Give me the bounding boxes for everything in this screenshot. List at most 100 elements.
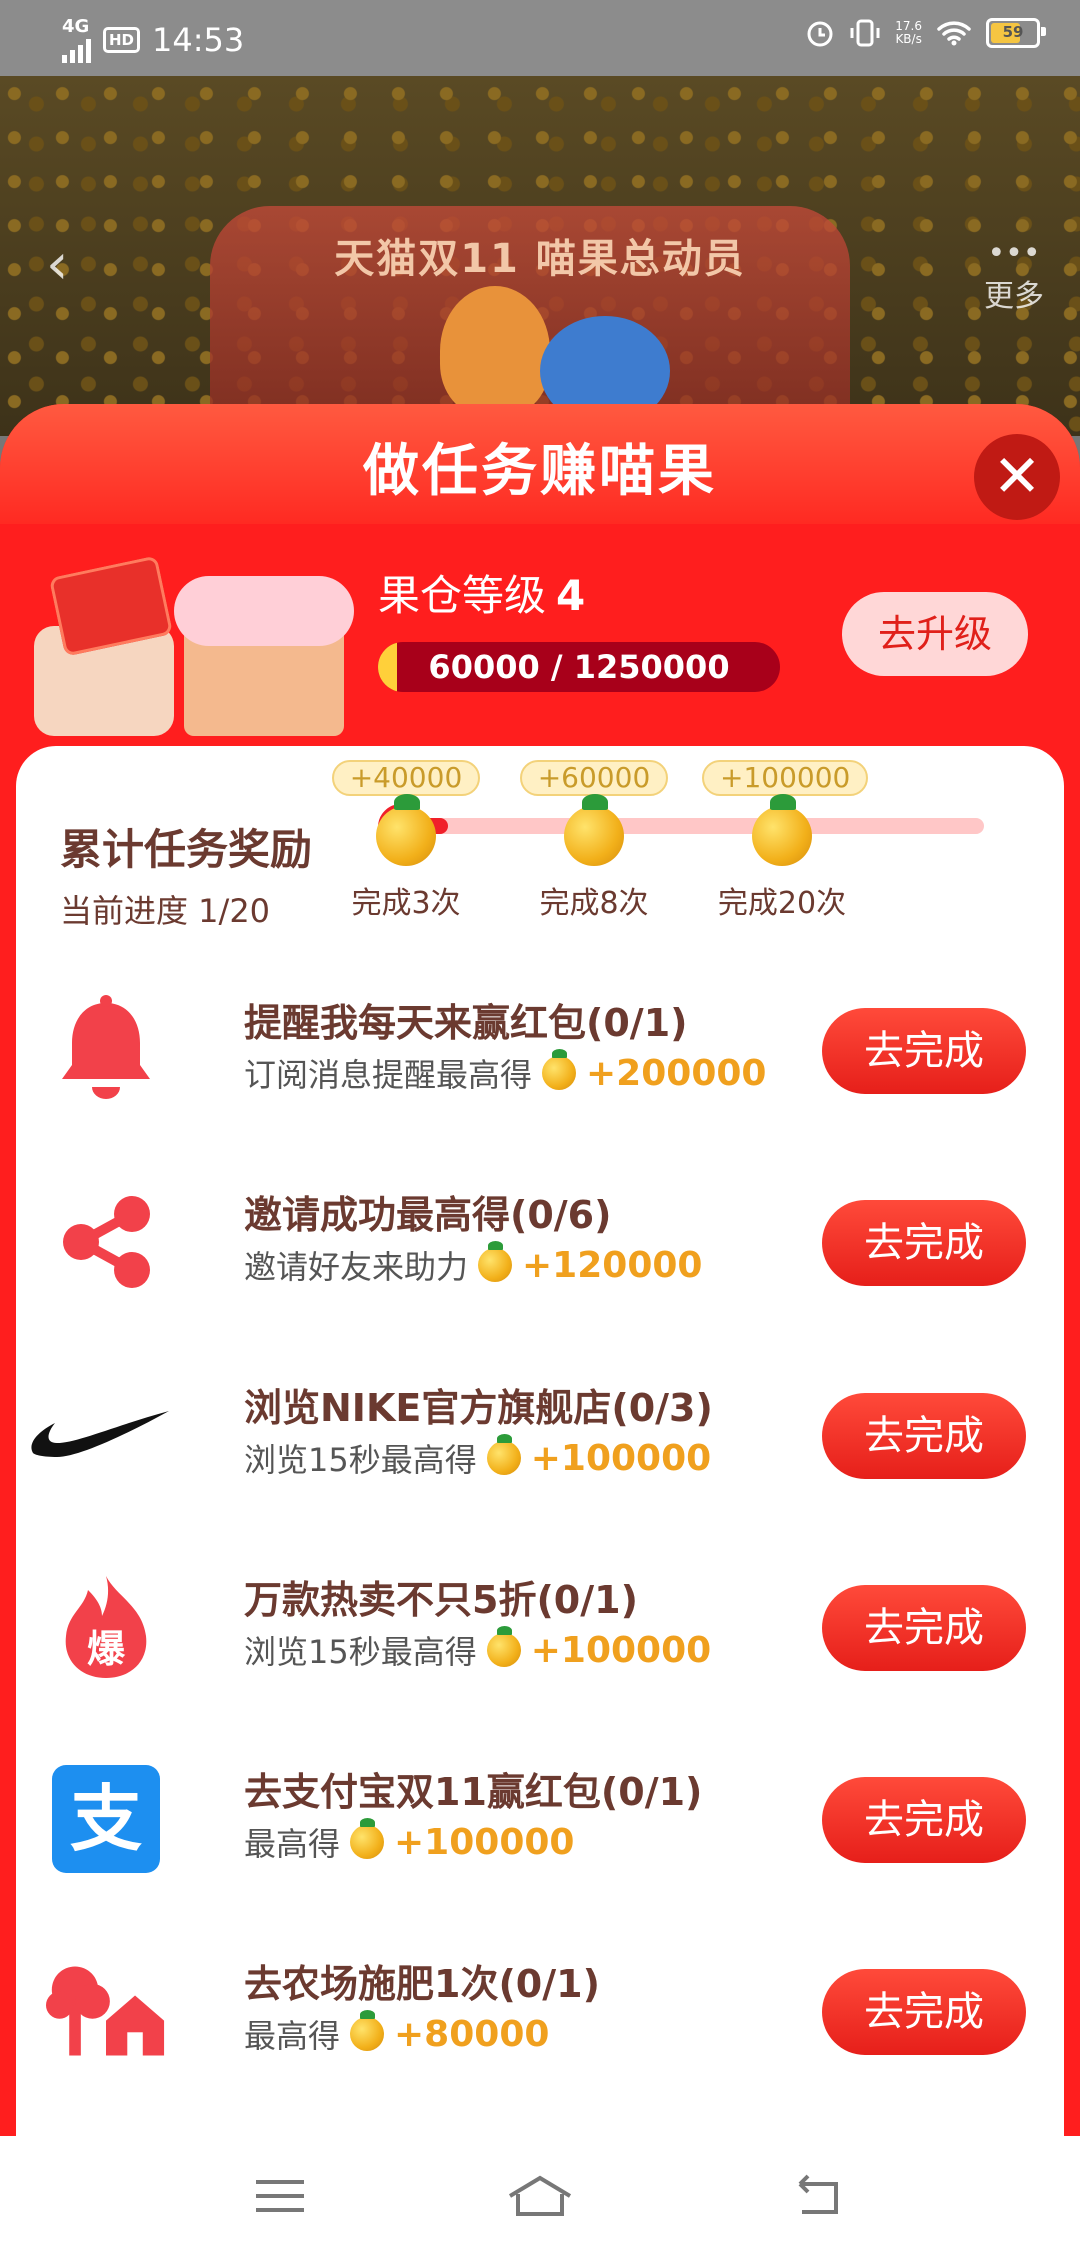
go-complete-button[interactable]: 去完成 xyxy=(822,1008,1026,1094)
milestone-2[interactable]: +60000 完成8次 xyxy=(514,760,674,922)
milestone-reward: +60000 xyxy=(519,760,669,796)
fruit-icon xyxy=(350,2010,385,2051)
milestone-1[interactable]: +40000 完成3次 xyxy=(326,760,486,922)
task-subtitle: 浏览15秒最高得 +100000 xyxy=(244,1626,712,1673)
hd-badge: HD xyxy=(103,26,141,53)
share-icon xyxy=(46,1182,166,1302)
speed-unit: KB/s xyxy=(895,32,922,46)
task-reward-amount: +100000 xyxy=(394,1821,575,1863)
go-complete-button[interactable]: 去完成 xyxy=(822,1200,1026,1286)
task-subtitle: 邀请好友来助力 +120000 xyxy=(244,1241,703,1288)
warehouse-level: 果仓等级 4 xyxy=(378,562,585,623)
sheet-header: 做任务赚喵果 xyxy=(0,404,1080,524)
fruit-icon xyxy=(478,1241,513,1282)
nike-logo-icon xyxy=(26,1375,176,1495)
more-button[interactable]: ••• 更多 xyxy=(984,236,1044,315)
fruit-icon xyxy=(350,1818,385,1859)
signal-bars-icon xyxy=(62,37,91,63)
task-row: 邀请成功最高得(0/6) 邀请好友来助力 +120000 去完成 xyxy=(16,1164,1064,1314)
hot-sale-icon: 爆 xyxy=(46,1567,166,1687)
farm-icon xyxy=(46,1951,166,2071)
more-label: 更多 xyxy=(984,279,1044,314)
level-value: 4 xyxy=(556,571,586,620)
milestone-3[interactable]: +100000 完成20次 xyxy=(702,760,869,922)
hot-sale-icon-text: 爆 xyxy=(86,1627,125,1671)
task-subtitle: 最高得 +80000 xyxy=(244,2010,550,2057)
back-icon[interactable]: ‹ xyxy=(46,232,68,297)
system-nav-bar xyxy=(0,2136,1080,2256)
task-subtitle: 订阅消息提醒最高得 +200000 xyxy=(244,1049,767,1096)
task-subtitle-text: 订阅消息提醒最高得 xyxy=(244,1056,533,1094)
alarm-icon xyxy=(807,21,833,47)
task-reward-amount: +100000 xyxy=(530,1437,712,1479)
cumulative-progress: 当前进度 1/20 xyxy=(60,892,271,930)
more-dots-icon: ••• xyxy=(987,236,1041,271)
vibrate-icon xyxy=(850,19,880,47)
menu-icon[interactable] xyxy=(240,2166,320,2226)
milestone-reward: +100000 xyxy=(702,760,869,796)
upgrade-button[interactable]: 去升级 xyxy=(842,592,1028,676)
go-complete-button[interactable]: 去完成 xyxy=(822,1777,1026,1863)
task-title: 提醒我每天来赢红包(0/1) xyxy=(244,1001,688,1045)
task-sheet: 做任务赚喵果 ✕ 果仓等级 4 60000 / 1250000 去升级 累计任务奖… xyxy=(0,404,1080,2136)
alipay-icon: 支 xyxy=(46,1759,166,1879)
alipay-icon-text: 支 xyxy=(52,1765,160,1873)
task-subtitle-text: 浏览15秒最高得 xyxy=(244,1441,477,1479)
level-progress-text: 60000 / 1250000 xyxy=(428,648,730,686)
milestone-reward: +40000 xyxy=(331,760,481,796)
network-speed: 17.6 KB/s xyxy=(895,20,922,46)
signal-indicator: 4G xyxy=(62,16,91,63)
go-complete-button[interactable]: 去完成 xyxy=(822,1585,1026,1671)
cumulative-reward-title: 累计任务奖励 xyxy=(60,825,313,874)
fruit-icon xyxy=(486,1434,521,1475)
close-button[interactable]: ✕ xyxy=(974,434,1060,520)
task-reward-amount: +200000 xyxy=(586,1052,767,1094)
task-subtitle-text: 邀请好友来助力 xyxy=(244,1248,469,1286)
task-title: 万款热卖不只5折(0/1) xyxy=(244,1578,638,1622)
milestone-label: 完成20次 xyxy=(717,886,847,921)
task-subtitle-text: 最高得 xyxy=(244,2017,341,2055)
task-title: 去支付宝双11赢红包(0/1) xyxy=(244,1770,703,1814)
gift-illustration xyxy=(34,555,354,736)
task-reward-amount: +100000 xyxy=(530,1629,712,1671)
status-right: 17.6 KB/s 59 xyxy=(805,18,1046,48)
task-card: 累计任务奖励 当前进度 1/20 +40000 完成3次 +60000 完成8次… xyxy=(16,746,1064,2136)
clock: 14:53 xyxy=(152,20,245,59)
network-type: 4G xyxy=(62,16,90,37)
milestone-label: 完成3次 xyxy=(351,886,461,921)
task-row: 去农场施肥1次(0/1) 最高得 +80000 去完成 xyxy=(16,1933,1064,2083)
level-label: 果仓等级 xyxy=(378,571,547,620)
task-row: 支 去支付宝双11赢红包(0/1) 最高得 +100000 去完成 xyxy=(16,1741,1064,1891)
bell-icon xyxy=(46,990,166,1110)
go-complete-button[interactable]: 去完成 xyxy=(822,1969,1026,2055)
fruit-icon xyxy=(752,794,812,866)
cat-mascot-orange xyxy=(440,286,550,416)
go-complete-button[interactable]: 去完成 xyxy=(822,1393,1026,1479)
task-title: 去农场施肥1次(0/1) xyxy=(244,1962,600,2006)
task-reward-amount: +120000 xyxy=(522,1244,703,1286)
home-icon[interactable] xyxy=(500,2166,580,2226)
background-banner: 天猫双11 喵果总动员 ‹ ••• 更多 xyxy=(0,76,1080,446)
fruit-icon xyxy=(376,794,436,866)
back-nav-icon[interactable] xyxy=(780,2166,860,2226)
battery-icon: 59 xyxy=(986,18,1046,48)
task-row: 爆 万款热卖不只5折(0/1) 浏览15秒最高得 +100000 去完成 xyxy=(16,1549,1064,1699)
wifi-icon xyxy=(937,21,971,46)
fruit-icon xyxy=(564,794,624,866)
status-bar: 4G HD 14:53 17.6 KB/s 59 xyxy=(0,0,1080,76)
sheet-title: 做任务赚喵果 xyxy=(363,439,717,504)
task-subtitle-text: 浏览15秒最高得 xyxy=(244,1633,477,1671)
task-row: 浏览NIKE官方旗舰店(0/3) 浏览15秒最高得 +100000 去完成 xyxy=(16,1357,1064,1507)
fruit-icon xyxy=(542,1049,577,1090)
task-row: 提醒我每天来赢红包(0/1) 订阅消息提醒最高得 +200000 去完成 xyxy=(16,972,1064,1122)
status-left: 4G HD 14:53 xyxy=(62,16,244,63)
task-subtitle: 浏览15秒最高得 +100000 xyxy=(244,1434,712,1481)
task-reward-amount: +80000 xyxy=(394,2013,550,2055)
level-progress-bar: 60000 / 1250000 xyxy=(378,642,780,692)
battery-level: 59 xyxy=(1002,23,1024,41)
task-subtitle-text: 最高得 xyxy=(244,1825,341,1863)
milestone-label: 完成8次 xyxy=(539,886,649,921)
task-subtitle: 最高得 +100000 xyxy=(244,1818,575,1865)
banner-subtitle: 天猫双11 喵果总动员 xyxy=(334,236,746,282)
task-title: 浏览NIKE官方旗舰店(0/3) xyxy=(244,1386,713,1430)
